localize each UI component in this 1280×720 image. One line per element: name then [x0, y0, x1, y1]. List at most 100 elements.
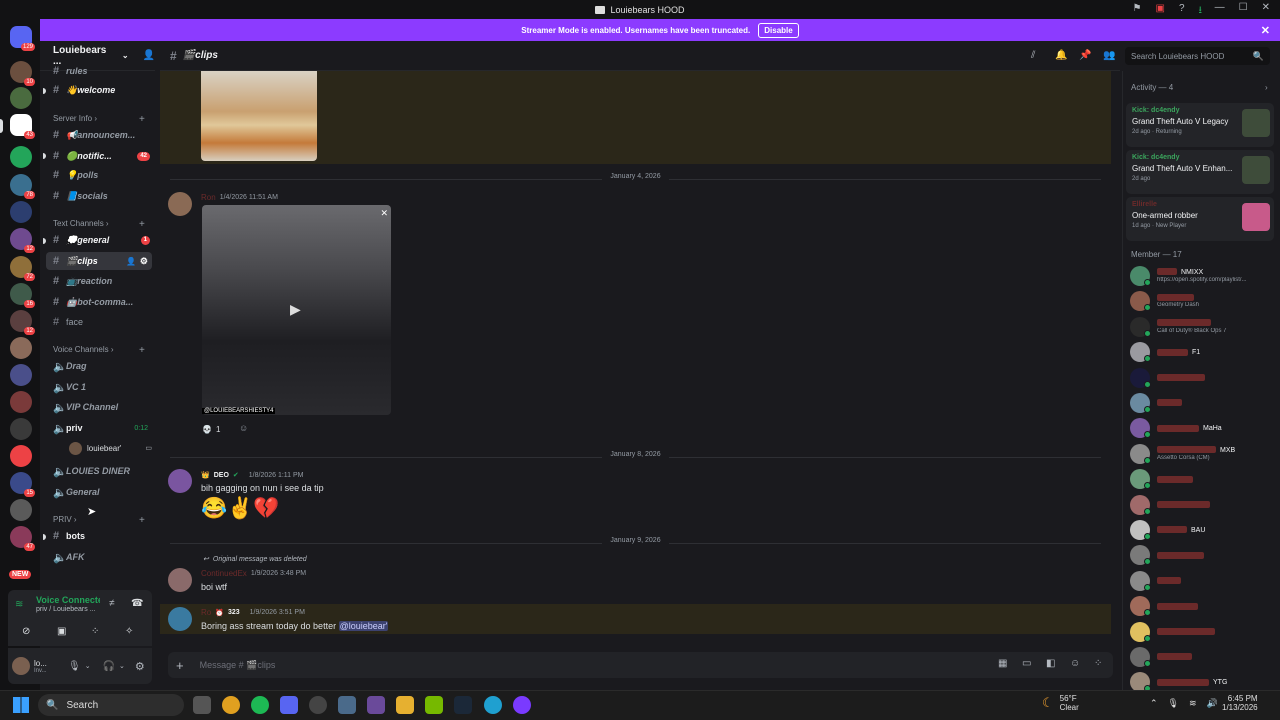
channel-announcements[interactable]: # 📢announcem...: [46, 126, 152, 144]
pin-icon[interactable]: 📌: [1079, 50, 1091, 61]
author-name[interactable]: Ro: [201, 608, 211, 617]
avatar[interactable]: [168, 469, 192, 493]
message-composer[interactable]: + Message # 🎬clips ▦ ▭ ◧ ☺ ⁘: [168, 652, 1113, 678]
sticker-icon[interactable]: ◧: [1046, 658, 1055, 669]
folder-icon[interactable]: [396, 696, 414, 714]
member-row[interactable]: [1130, 594, 1276, 617]
avatar[interactable]: [168, 568, 192, 592]
avatar[interactable]: [168, 192, 192, 216]
channel-polls[interactable]: # 💡polls: [46, 166, 152, 184]
close-icon[interactable]: ✕: [1262, 2, 1270, 13]
disconnect-icon[interactable]: ☎: [131, 598, 143, 609]
category-priv[interactable]: PRIV › +: [53, 515, 145, 526]
voice-channel-drag[interactable]: 🔈 Drag: [46, 357, 152, 375]
nvidia-icon[interactable]: [425, 696, 443, 714]
members-icon[interactable]: 👥: [1103, 50, 1115, 61]
add-attachment-icon[interactable]: +: [176, 658, 184, 673]
threads-icon[interactable]: ⫽: [1031, 50, 1035, 61]
channel-notifications[interactable]: # 🟢notific... 42: [46, 147, 152, 165]
voice-channel-louies-diner[interactable]: 🔈 LOUIES DINER: [46, 462, 152, 480]
user-mention[interactable]: @louiebear': [338, 621, 389, 631]
chevron-down-icon[interactable]: ⌄: [85, 662, 91, 670]
controller-icon[interactable]: [367, 696, 385, 714]
obs-icon[interactable]: [309, 696, 327, 714]
server-icon-15[interactable]: [10, 445, 32, 467]
apps-icon[interactable]: ⁘: [1094, 658, 1102, 669]
play-icon[interactable]: ▶: [290, 301, 301, 318]
server-icon-2[interactable]: [10, 87, 32, 109]
disable-button[interactable]: Disable: [758, 22, 799, 38]
reaction-skull[interactable]: 💀 1: [202, 421, 230, 437]
server-icon-5[interactable]: 78: [10, 174, 35, 199]
reply-reference[interactable]: ↩ Original message was deleted: [203, 555, 307, 564]
channel-reaction[interactable]: # 📺reaction: [46, 272, 152, 290]
voice-status[interactable]: Voice Connected: [36, 595, 100, 605]
server-icon-7[interactable]: 12: [10, 228, 35, 253]
server-icon-11[interactable]: [10, 337, 32, 359]
clock[interactable]: 6:45 PM 1/13/2026: [1222, 694, 1258, 712]
wifi-icon[interactable]: ≋: [1189, 698, 1197, 709]
server-icon-18[interactable]: 47: [10, 526, 35, 551]
server-icon-17[interactable]: [10, 499, 32, 521]
chevron-down-icon[interactable]: ⌄: [119, 662, 125, 670]
settings-icon[interactable]: ⚙: [135, 660, 145, 673]
category-server-info[interactable]: Server Info › +: [53, 114, 145, 125]
pin-icon[interactable]: ⚑: [1133, 3, 1142, 20]
app-icon[interactable]: [513, 696, 531, 714]
author-name[interactable]: Ron: [201, 193, 216, 202]
member-row[interactable]: [1130, 645, 1276, 667]
add-channel-icon[interactable]: +: [139, 219, 145, 230]
activity-card[interactable]: Kick: dc4endy Grand Theft Auto V Enhan..…: [1126, 150, 1274, 194]
soundboard-icon[interactable]: ✧: [125, 626, 133, 637]
gift-icon[interactable]: ▦: [998, 658, 1007, 669]
emoji-icon[interactable]: ☺: [1070, 658, 1080, 669]
video-embed[interactable]: ✕ ▶ @LOUIEBEARSHIESTY4: [202, 205, 391, 415]
edge-icon[interactable]: [484, 696, 502, 714]
channel-general[interactable]: # 💭general 1: [46, 231, 152, 249]
settings-icon[interactable]: [338, 696, 356, 714]
member-row[interactable]: [1130, 391, 1276, 413]
task-view-icon[interactable]: [193, 696, 211, 714]
server-icon-3[interactable]: 43: [10, 114, 35, 139]
member-row[interactable]: NMIXX https://open.spotify.com/playlist/.…: [1130, 264, 1276, 286]
member-row[interactable]: [1130, 569, 1276, 591]
windows-start-icon[interactable]: [13, 697, 29, 713]
channel-rules[interactable]: # rules: [46, 66, 152, 76]
download-icon[interactable]: ⭳: [1199, 3, 1203, 20]
voice-channel-vc1[interactable]: 🔈 VC 1: [46, 378, 152, 396]
close-banner-icon[interactable]: ✕: [1261, 24, 1270, 37]
steam-icon[interactable]: [454, 696, 472, 714]
add-channel-icon[interactable]: +: [139, 114, 145, 125]
channel-bot-commands[interactable]: # 🤖bot-comma...: [46, 293, 152, 311]
avatar[interactable]: [168, 607, 192, 631]
member-row[interactable]: MXB Assetto Corsa (CM): [1130, 442, 1276, 464]
food-image[interactable]: [201, 71, 317, 161]
chevron-up-icon[interactable]: ⌃: [1150, 698, 1158, 709]
server-icon-4[interactable]: [10, 146, 32, 168]
gif-icon[interactable]: ▭: [1022, 658, 1031, 669]
member-row[interactable]: [1130, 543, 1276, 566]
screen-share-icon[interactable]: ▣: [57, 626, 66, 637]
voice-channel-vip[interactable]: 🔈 VIP Channel: [46, 398, 152, 416]
channel-clips[interactable]: # 🎬clips 👤 ⚙: [46, 252, 152, 270]
user-info[interactable]: lo... Inv...: [34, 659, 56, 674]
member-row[interactable]: [1130, 467, 1276, 490]
chrome-icon[interactable]: [222, 696, 240, 714]
member-row[interactable]: Call of Duty® Black Ops 7: [1130, 315, 1276, 337]
server-icon-6[interactable]: [10, 201, 32, 223]
add-reaction-icon[interactable]: ☺: [239, 423, 248, 433]
member-row[interactable]: [1130, 493, 1276, 515]
server-icon-16[interactable]: 15: [10, 472, 35, 497]
activity-card[interactable]: Kick: dc4endy Grand Theft Auto V Legacy …: [1126, 103, 1274, 147]
member-row[interactable]: BAU: [1130, 518, 1276, 540]
server-icon-10[interactable]: 12: [10, 310, 35, 335]
voice-channel-sub[interactable]: priv / Louiebears ...: [36, 606, 96, 613]
server-icon-9[interactable]: 16: [10, 283, 35, 308]
gear-icon[interactable]: ⚙: [140, 256, 148, 267]
maximize-icon[interactable]: ☐: [1239, 2, 1248, 13]
microphone-icon[interactable]: 🎙: [1168, 698, 1179, 709]
member-row[interactable]: F1: [1130, 340, 1276, 363]
channel-welcome[interactable]: # 👋welcome: [46, 81, 152, 99]
headphones-icon[interactable]: 🎧: [103, 661, 115, 672]
close-icon[interactable]: ✕: [380, 208, 388, 219]
